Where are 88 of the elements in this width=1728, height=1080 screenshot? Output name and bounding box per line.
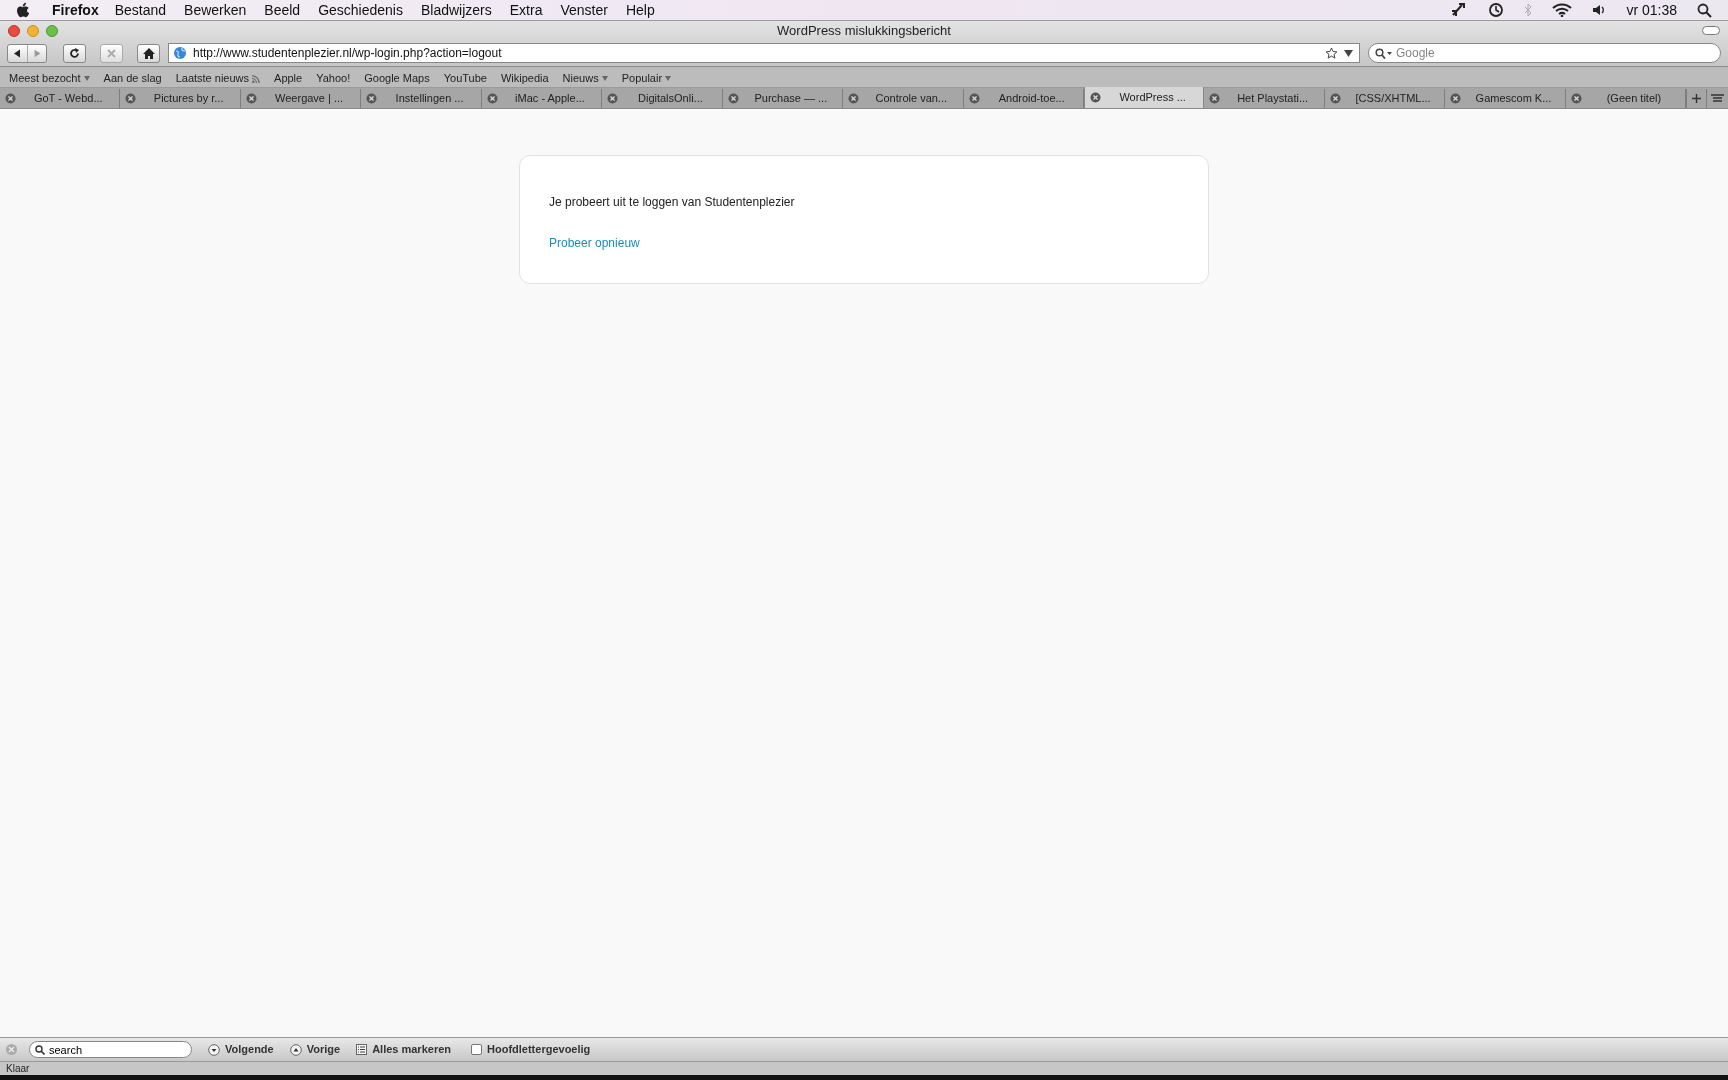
close-window-button[interactable] <box>8 24 20 37</box>
tab-title: (Geen titel) <box>1605 91 1663 107</box>
tab-title: Weergave | ... <box>274 91 345 107</box>
close-tab-icon[interactable] <box>1209 93 1221 104</box>
tab-title: Het Playstati... <box>1236 91 1310 107</box>
bookmark-folder[interactable]: Populair <box>621 70 672 87</box>
previous-button[interactable]: Vorige <box>289 1041 341 1058</box>
close-tab-icon[interactable] <box>848 93 860 104</box>
dropdown-caret-icon[interactable] <box>1344 49 1353 57</box>
search-icon[interactable] <box>1697 2 1712 18</box>
caret-icon <box>665 76 672 81</box>
home-icon <box>142 47 155 59</box>
reload-button[interactable] <box>63 43 86 63</box>
reload-icon <box>69 47 80 59</box>
volume-icon[interactable] <box>1592 4 1607 16</box>
menu-item[interactable]: Extra <box>509 0 543 21</box>
tab-title: iMac - Apple... <box>514 91 586 107</box>
menu-item[interactable]: Bladwijzers <box>420 0 492 21</box>
star-icon[interactable] <box>1325 46 1338 60</box>
match-case-checkbox[interactable]: Hoofdlettergevoelig <box>471 1041 591 1058</box>
caret-icon <box>601 76 608 81</box>
menu-item[interactable]: Venster <box>560 0 608 21</box>
search-bar[interactable]: Google <box>1368 43 1721 63</box>
search-icon <box>1375 47 1392 59</box>
close-icon <box>107 48 116 58</box>
tab-title: Controle van... <box>874 91 949 107</box>
back-forward-button[interactable] <box>7 43 47 63</box>
caret-icon <box>83 76 90 81</box>
app-name[interactable]: Firefox <box>52 0 99 21</box>
close-tab-icon[interactable] <box>727 93 739 104</box>
zoom-window-button[interactable] <box>46 24 58 37</box>
plus-icon <box>1692 94 1702 103</box>
search-icon <box>35 1045 45 1055</box>
close-tab-icon[interactable] <box>5 93 16 104</box>
list-icon <box>1711 94 1724 103</box>
apple-logo-icon[interactable] <box>16 1 32 19</box>
close-tab-icon[interactable] <box>486 93 498 104</box>
logout-message: Je probeert uit te loggen van Studentenplezier <box>549 194 795 211</box>
menu-item[interactable]: Geschiedenis <box>318 0 403 21</box>
menu-bar-clock[interactable]: vr 01:38 <box>1626 0 1677 21</box>
close-tab-icon[interactable] <box>125 93 137 104</box>
tab-title: Purchase — ... <box>753 91 829 107</box>
close-tab-icon[interactable] <box>1450 93 1462 104</box>
bookmark-link[interactable]: Apple <box>274 70 303 87</box>
tab-title: GoT - Webd... <box>32 91 104 107</box>
wifi-icon[interactable] <box>1552 3 1573 17</box>
search-field-input[interactable]: Google <box>1396 44 1714 62</box>
bookmark-link[interactable]: Yahoo! <box>316 70 351 87</box>
close-tab-icon[interactable] <box>968 93 980 104</box>
url-text: http://www.studentenplezier.nl/wp-login.php?action=logout <box>193 45 502 62</box>
bookmark-link[interactable]: Aan de slag <box>103 70 162 87</box>
globe-icon <box>173 46 187 60</box>
toolbar-toggle-button[interactable] <box>1702 26 1720 35</box>
highlight-all-button[interactable]: Alles markeren <box>356 1041 451 1058</box>
window-title: WordPress mislukkingsbericht <box>777 21 951 40</box>
close-tab-icon[interactable] <box>245 93 257 104</box>
close-tab-icon[interactable] <box>1089 92 1101 103</box>
bookmark-link[interactable]: Wikipedia <box>500 70 549 87</box>
menu-item[interactable]: Beeld <box>264 0 301 21</box>
browser-tab[interactable]: WordPress ... <box>1083 87 1205 108</box>
close-tab-icon[interactable] <box>366 93 378 104</box>
address-bar[interactable]: http://www.studentenplezier.nl/wp-login.php?action=logout <box>168 43 1360 63</box>
bookmark-link[interactable]: YouTube <box>443 70 487 87</box>
bookmark-folder[interactable]: Nieuws <box>562 70 608 87</box>
tab-title: Gamescom K... <box>1474 91 1553 107</box>
close-tab-icon[interactable] <box>1329 93 1341 104</box>
bookmark-folder[interactable]: Meest bezocht <box>9 70 90 87</box>
tab-title: WordPress ... <box>1118 90 1187 106</box>
home-button[interactable] <box>137 43 160 63</box>
list-icon <box>356 1044 368 1055</box>
menu-item[interactable]: Bestand <box>114 0 167 21</box>
tab-title: Android-toe... <box>997 91 1066 107</box>
retry-link[interactable]: Probeer opnieuw <box>549 234 640 252</box>
close-tab-icon[interactable] <box>607 93 619 104</box>
bookmark-link[interactable]: Google Maps <box>364 70 430 87</box>
find-field[interactable]: search <box>29 1041 192 1058</box>
tab-title: Pictures by r... <box>152 91 225 107</box>
tab-title: [CSS/XHTML... <box>1354 91 1432 107</box>
feed-icon <box>252 74 261 83</box>
menu-item[interactable]: Bewerken <box>184 0 247 21</box>
clock-history-icon[interactable] <box>1488 2 1505 18</box>
tab-title: DigitalsOnli... <box>637 91 704 107</box>
bookmark-link[interactable]: Laatste nieuws <box>175 70 261 87</box>
close-tab-icon[interactable] <box>1570 93 1582 104</box>
menu-item[interactable]: Help <box>625 0 655 21</box>
status-text: Klaar <box>6 1062 30 1076</box>
tab-title: Instellingen ... <box>394 91 465 107</box>
next-button[interactable]: Volgende <box>208 1041 274 1058</box>
